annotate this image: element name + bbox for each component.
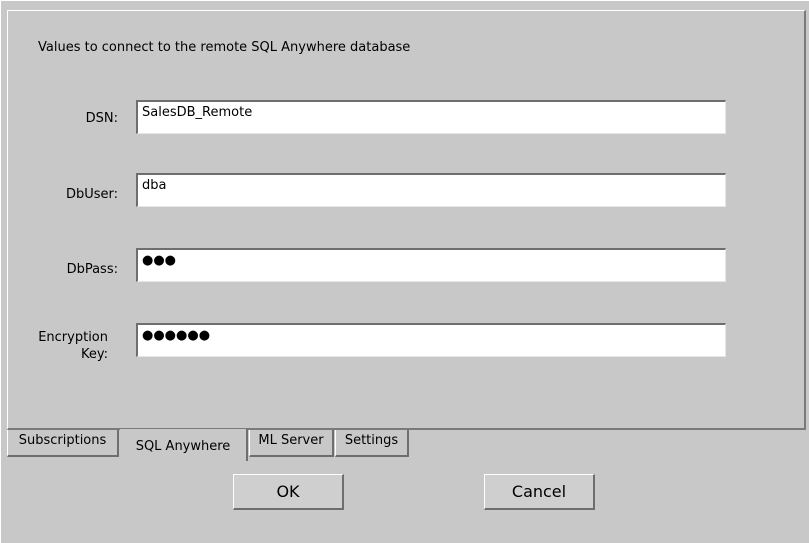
tab-subscriptions[interactable]: Subscriptions	[7, 430, 119, 457]
tab-settings[interactable]: Settings	[335, 430, 409, 457]
window-top-edge	[0, 0, 809, 1]
tab-ml-server[interactable]: ML Server	[249, 430, 334, 457]
encryption-key-label-line2: Key:	[80, 347, 108, 362]
tab-sql-anywhere[interactable]: SQL Anywhere	[120, 429, 248, 461]
ok-button[interactable]: OK	[233, 474, 344, 510]
dbpass-field[interactable]: ●●●	[136, 248, 726, 282]
encryption-key-field[interactable]: ●●●●●●	[136, 323, 726, 357]
encryption-key-label-line1: Encryption	[38, 330, 108, 345]
cancel-button[interactable]: Cancel	[484, 474, 595, 510]
panel-description: Values to connect to the remote SQL Anyw…	[38, 40, 411, 55]
dbuser-field[interactable]: dba	[136, 173, 726, 207]
window-left-edge	[0, 0, 1, 543]
dbuser-label: DbUser:	[65, 187, 118, 202]
dbpass-label: DbPass:	[66, 262, 118, 277]
encryption-key-label: Encryption Key:	[0, 329, 108, 363]
dsn-label: DSN:	[85, 111, 118, 126]
sql-anywhere-panel: Values to connect to the remote SQL Anyw…	[7, 10, 806, 430]
dsn-field[interactable]: SalesDB_Remote	[136, 100, 726, 134]
